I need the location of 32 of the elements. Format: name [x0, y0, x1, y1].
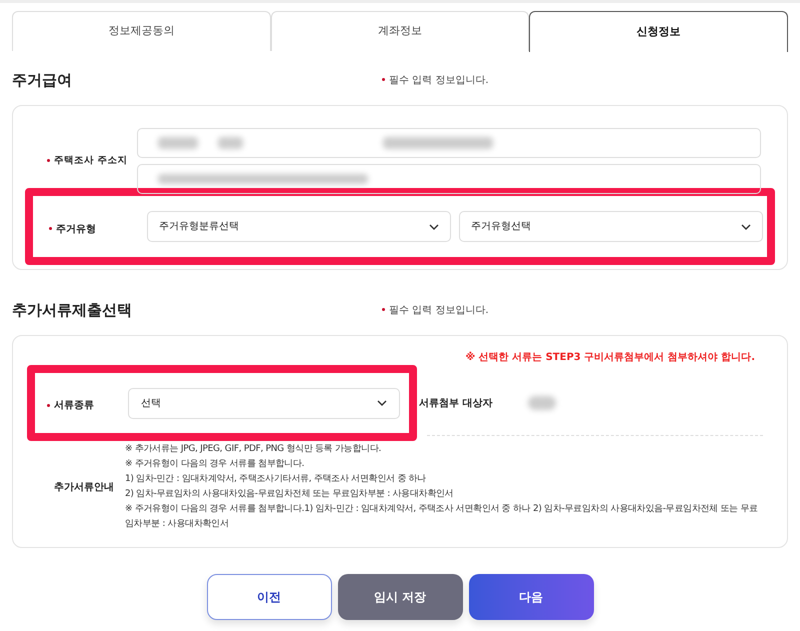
- nav-button[interactable]: 다음: [468, 574, 594, 620]
- field-label: 서류종류: [47, 400, 94, 411]
- nav-button[interactable]: 이전: [206, 574, 332, 620]
- guide-text: ※ 주거유형이 다음의 경우 서류를 첨부합니다.1) 임차-민간 : 임대차계약서, 주택조사 서면확인서 중 하나 2) 임차-무료임차의 사용대차있음-무료임차전체 또는 무료임차부분 : 사용대차확인서: [125, 503, 759, 531]
- address-input-field[interactable]: [137, 164, 761, 194]
- guide-text: ※ 추가서류는 JPG, JPEG, GIF, PDF, PNG 형식만 등록 가능합니다.: [125, 443, 382, 456]
- section-title: 추가서류제출선택: [12, 300, 133, 321]
- blurred-text: [528, 396, 556, 410]
- chevron-down-icon: [429, 224, 439, 230]
- guide-text: 2) 임차-무료임차의 사용대차있음-무료임차전체 또는 무료임차부분 : 사용대차확인서: [125, 488, 454, 501]
- chevron-down-icon: [741, 224, 751, 230]
- field-label: 주거유형: [49, 224, 96, 234]
- required-note: 필수 입력 정보입니다.: [382, 72, 489, 88]
- nav-button[interactable]: 임시 저장: [338, 574, 462, 620]
- document-type-select[interactable]: 선택: [128, 388, 400, 418]
- field-label: 서류첨부 대상자: [419, 396, 492, 410]
- tab[interactable]: 정보제공동의: [12, 11, 271, 51]
- tab[interactable]: 계좌정보: [270, 11, 530, 51]
- guide-text: 1) 임차-민간 : 임대차계약서, 주택조사기타서류, 주택조사 서면확인서 중 하나: [125, 473, 427, 486]
- housing-type-select[interactable]: 주거유형선택: [459, 211, 763, 242]
- blurred-text: [158, 137, 198, 149]
- required-note: 필수 입력 정보입니다.: [382, 302, 489, 318]
- section-title: 주거급여: [12, 70, 73, 91]
- blurred-text: [218, 137, 243, 149]
- warning-text: ※ 선택한 서류는 STEP3 구비서류첨부에서 첨부하셔야 합니다.: [465, 350, 755, 365]
- field-label: 추가서류안내: [54, 480, 114, 494]
- tab[interactable]: 신청정보: [529, 11, 788, 52]
- address-input-field[interactable]: [137, 128, 761, 158]
- housing-type-select[interactable]: 주거유형분류선택: [147, 211, 451, 242]
- guide-text: ※ 주거유형이 다음의 경우 서류를 첨부합니다.: [125, 458, 306, 471]
- chevron-down-icon: [377, 400, 387, 406]
- field-label: 주택조사 주소지: [47, 154, 128, 168]
